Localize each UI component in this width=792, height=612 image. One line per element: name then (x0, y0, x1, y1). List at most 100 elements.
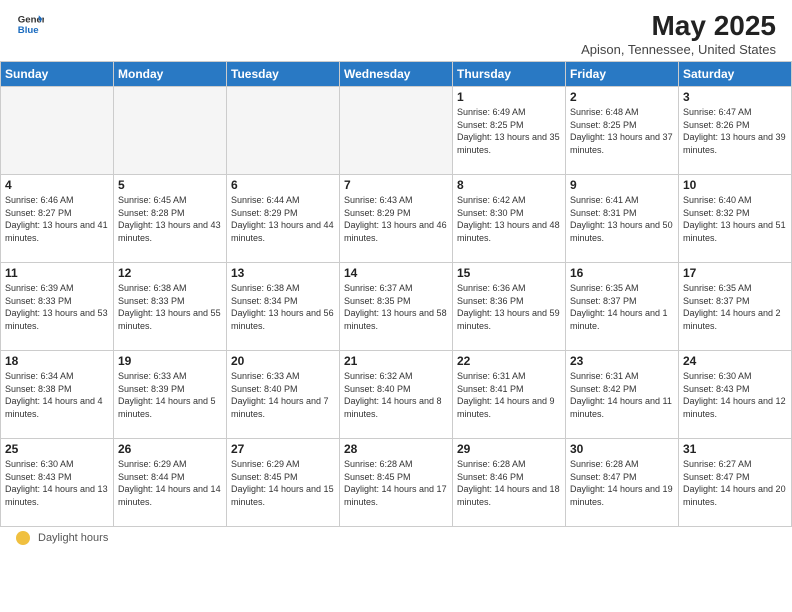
calendar-cell: 23 Sunrise: 6:31 AM Sunset: 8:42 PM Dayli… (566, 351, 679, 439)
day-number: 11 (5, 266, 109, 280)
day-number: 2 (570, 90, 674, 104)
calendar-cell: 13Sunrise: 6:38 AM Sunset: 8:34 PM Dayli… (227, 263, 340, 351)
day-info: Sunrise: 6:39 AM Sunset: 8:33 PM Dayligh… (5, 282, 109, 332)
day-number: 13 (231, 266, 335, 280)
day-info: Sunrise: 6:31 AM Sunset: 8:41 PM Dayligh… (457, 370, 561, 420)
day-number: 7 (344, 178, 448, 192)
day-info: Sunrise: 6:41 AM Sunset: 8:31 PM Dayligh… (570, 194, 674, 244)
day-number: 6 (231, 178, 335, 192)
day-info: Sunrise: 6:32 AM Sunset: 8:40 PM Dayligh… (344, 370, 448, 420)
col-header-tuesday: Tuesday (227, 62, 340, 87)
day-info: Sunrise: 6:29 AM Sunset: 8:45 PM Dayligh… (231, 458, 335, 508)
day-info: Sunrise: 6:30 AM Sunset: 8:43 PM Dayligh… (683, 370, 787, 420)
day-number: 26 (118, 442, 222, 456)
day-info: Sunrise: 6:29 AM Sunset: 8:44 PM Dayligh… (118, 458, 222, 508)
calendar-cell: 22 Sunrise: 6:31 AM Sunset: 8:41 PM Dayli… (453, 351, 566, 439)
calendar-cell: 19 Sunrise: 6:33 AM Sunset: 8:39 PM Dayli… (114, 351, 227, 439)
col-header-monday: Monday (114, 62, 227, 87)
day-info: Sunrise: 6:46 AM Sunset: 8:27 PM Dayligh… (5, 194, 109, 244)
calendar-cell: 17 Sunrise: 6:35 AM Sunset: 8:37 PM Dayli… (679, 263, 792, 351)
day-number: 25 (5, 442, 109, 456)
day-number: 22 (457, 354, 561, 368)
calendar-cell: 15 Sunrise: 6:36 AM Sunset: 8:36 PM Dayli… (453, 263, 566, 351)
calendar-cell: 28Sunrise: 6:28 AM Sunset: 8:45 PM Dayli… (340, 439, 453, 527)
day-info: Sunrise: 6:36 AM Sunset: 8:36 PM Dayligh… (457, 282, 561, 332)
day-number: 16 (570, 266, 674, 280)
day-number: 1 (457, 90, 561, 104)
calendar-cell: 9 Sunrise: 6:41 AM Sunset: 8:31 PM Daylig… (566, 175, 679, 263)
day-number: 17 (683, 266, 787, 280)
sun-icon (16, 531, 30, 545)
col-header-wednesday: Wednesday (340, 62, 453, 87)
title-area: May 2025 Apison, Tennessee, United State… (581, 10, 776, 57)
day-number: 14 (344, 266, 448, 280)
day-number: 23 (570, 354, 674, 368)
day-info: Sunrise: 6:43 AM Sunset: 8:29 PM Dayligh… (344, 194, 448, 244)
day-number: 12 (118, 266, 222, 280)
col-header-sunday: Sunday (1, 62, 114, 87)
calendar-cell: 7 Sunrise: 6:43 AM Sunset: 8:29 PM Daylig… (340, 175, 453, 263)
calendar-cell: 21 Sunrise: 6:32 AM Sunset: 8:40 PM Dayli… (340, 351, 453, 439)
day-number: 29 (457, 442, 561, 456)
day-number: 21 (344, 354, 448, 368)
day-number: 4 (5, 178, 109, 192)
footer-label: Daylight hours (38, 532, 108, 544)
day-info: Sunrise: 6:49 AM Sunset: 8:25 PM Dayligh… (457, 106, 561, 156)
calendar-cell: 1 Sunrise: 6:49 AM Sunset: 8:25 PM Daylig… (453, 87, 566, 175)
page-header: General Blue May 2025 Apison, Tennessee,… (0, 0, 792, 61)
day-info: Sunrise: 6:42 AM Sunset: 8:30 PM Dayligh… (457, 194, 561, 244)
col-header-friday: Friday (566, 62, 679, 87)
calendar-cell: 8Sunrise: 6:42 AM Sunset: 8:30 PM Daylig… (453, 175, 566, 263)
day-info: Sunrise: 6:47 AM Sunset: 8:26 PM Dayligh… (683, 106, 787, 156)
calendar-cell: 26 Sunrise: 6:29 AM Sunset: 8:44 PM Dayli… (114, 439, 227, 527)
calendar-cell: 20Sunrise: 6:33 AM Sunset: 8:40 PM Dayli… (227, 351, 340, 439)
day-number: 3 (683, 90, 787, 104)
logo: General Blue (16, 10, 44, 38)
day-number: 19 (118, 354, 222, 368)
calendar-cell: 25Sunrise: 6:30 AM Sunset: 8:43 PM Dayli… (1, 439, 114, 527)
day-number: 10 (683, 178, 787, 192)
day-number: 5 (118, 178, 222, 192)
logo-icon: General Blue (16, 10, 44, 38)
day-info: Sunrise: 6:28 AM Sunset: 8:47 PM Dayligh… (570, 458, 674, 508)
day-info: Sunrise: 6:35 AM Sunset: 8:37 PM Dayligh… (683, 282, 787, 332)
calendar-week-5: 25Sunrise: 6:30 AM Sunset: 8:43 PM Dayli… (1, 439, 792, 527)
calendar-week-2: 4 Sunrise: 6:46 AM Sunset: 8:27 PM Daylig… (1, 175, 792, 263)
calendar-cell: 4 Sunrise: 6:46 AM Sunset: 8:27 PM Daylig… (1, 175, 114, 263)
calendar-table: SundayMondayTuesdayWednesdayThursdayFrid… (0, 61, 792, 527)
day-number: 9 (570, 178, 674, 192)
day-info: Sunrise: 6:27 AM Sunset: 8:47 PM Dayligh… (683, 458, 787, 508)
day-number: 24 (683, 354, 787, 368)
calendar-cell (340, 87, 453, 175)
calendar-cell: 30 Sunrise: 6:28 AM Sunset: 8:47 PM Dayli… (566, 439, 679, 527)
calendar-cell (1, 87, 114, 175)
calendar-cell: 16 Sunrise: 6:35 AM Sunset: 8:37 PM Dayli… (566, 263, 679, 351)
calendar-cell: 10Sunrise: 6:40 AM Sunset: 8:32 PM Dayli… (679, 175, 792, 263)
day-number: 30 (570, 442, 674, 456)
day-number: 20 (231, 354, 335, 368)
day-number: 28 (344, 442, 448, 456)
day-info: Sunrise: 6:31 AM Sunset: 8:42 PM Dayligh… (570, 370, 674, 420)
day-number: 15 (457, 266, 561, 280)
calendar-cell: 18Sunrise: 6:34 AM Sunset: 8:38 PM Dayli… (1, 351, 114, 439)
day-info: Sunrise: 6:33 AM Sunset: 8:39 PM Dayligh… (118, 370, 222, 420)
day-info: Sunrise: 6:37 AM Sunset: 8:35 PM Dayligh… (344, 282, 448, 332)
col-header-thursday: Thursday (453, 62, 566, 87)
day-info: Sunrise: 6:48 AM Sunset: 8:25 PM Dayligh… (570, 106, 674, 156)
calendar-cell: 24 Sunrise: 6:30 AM Sunset: 8:43 PM Dayli… (679, 351, 792, 439)
calendar-cell: 6Sunrise: 6:44 AM Sunset: 8:29 PM Daylig… (227, 175, 340, 263)
month-title: May 2025 (581, 10, 776, 42)
calendar-cell: 31Sunrise: 6:27 AM Sunset: 8:47 PM Dayli… (679, 439, 792, 527)
calendar-cell: 5Sunrise: 6:45 AM Sunset: 8:28 PM Daylig… (114, 175, 227, 263)
day-number: 27 (231, 442, 335, 456)
col-header-saturday: Saturday (679, 62, 792, 87)
calendar-header-row: SundayMondayTuesdayWednesdayThursdayFrid… (1, 62, 792, 87)
footer: Daylight hours (0, 527, 792, 549)
calendar-cell (114, 87, 227, 175)
calendar-cell: 29Sunrise: 6:28 AM Sunset: 8:46 PM Dayli… (453, 439, 566, 527)
calendar-week-4: 18Sunrise: 6:34 AM Sunset: 8:38 PM Dayli… (1, 351, 792, 439)
calendar-cell: 12Sunrise: 6:38 AM Sunset: 8:33 PM Dayli… (114, 263, 227, 351)
calendar-cell: 27 Sunrise: 6:29 AM Sunset: 8:45 PM Dayli… (227, 439, 340, 527)
calendar-cell: 3 Sunrise: 6:47 AM Sunset: 8:26 PM Daylig… (679, 87, 792, 175)
day-info: Sunrise: 6:35 AM Sunset: 8:37 PM Dayligh… (570, 282, 674, 332)
